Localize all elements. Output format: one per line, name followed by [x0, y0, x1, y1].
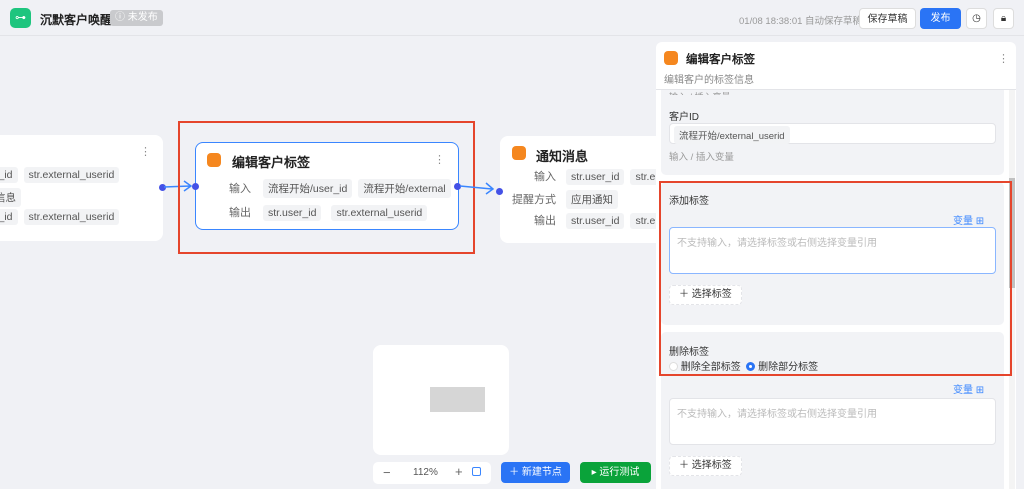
more-icon[interactable]: ⋮	[434, 153, 445, 166]
status-text: 未发布	[127, 12, 158, 23]
select-tag-button[interactable]: ＋ 选择标签	[669, 456, 742, 476]
var-tag: str.user_id	[566, 213, 625, 229]
clock-icon[interactable]: ◷	[966, 8, 987, 29]
zoom-level: 112%	[413, 467, 438, 478]
minimap-viewport[interactable]	[430, 387, 485, 412]
lock-icon[interactable]: 🔒︎	[993, 8, 1014, 29]
var-tag: 信息	[0, 188, 21, 207]
publish-button[interactable]: 发布	[920, 8, 961, 29]
new-node-label: 新建节点	[521, 467, 562, 478]
highlight-box	[659, 181, 1012, 376]
hint-text: 输入 / 插入变量	[669, 152, 734, 163]
zoom-control: − 112% +	[373, 462, 491, 484]
more-icon[interactable]: ⋮	[998, 52, 1009, 65]
minimap[interactable]	[373, 345, 509, 455]
node-row: r_id str.external_userid	[0, 167, 125, 183]
bell-icon	[512, 146, 526, 160]
flow-node-edit-tag[interactable]: 编辑客户标签 ⋮ 输入 流程开始/user_id 流程开始/external 输出 s…	[195, 142, 459, 230]
new-node-button[interactable]: ＋ 新建节点	[501, 462, 570, 483]
output-label: 输出	[229, 207, 251, 219]
input-port[interactable]	[192, 183, 199, 190]
input-label: 输入	[229, 183, 251, 195]
var-tag: str.external_userid	[23, 167, 120, 183]
autosave-text: 01/08 18:38:01 自动保存草稿	[739, 16, 863, 27]
remove-tag-content: 变量 ⊞ 不支持输入，请选择标签或右侧选择变量引用 ＋ 选择标签	[661, 372, 1004, 489]
top-bar: ⊶ 沉默客户唤醒 ⓘ 未发布 01/08 18:38:01 自动保存草稿 保存草…	[0, 0, 1024, 36]
var-tag: str.external_userid	[23, 209, 120, 225]
edge-arrow	[459, 182, 495, 195]
var-tag: r_id	[0, 209, 18, 225]
tag-icon	[207, 153, 221, 167]
flow-node-notify[interactable]: 通知消息 输入 str.user_id str.e 提醒方式 应用通知 输出 str.u…	[500, 136, 661, 243]
var-tag: r_id	[0, 167, 18, 183]
input-label: 输入	[534, 171, 556, 183]
remind-label: 提醒方式	[512, 194, 556, 206]
run-test-label: 运行测试	[599, 467, 640, 478]
more-icon[interactable]: ⋮	[140, 145, 151, 158]
tag-icon	[664, 51, 678, 65]
flow-node-start[interactable]: ⋮ r_id str.external_userid 信息 r_id str.ext…	[0, 135, 163, 241]
panel-title: 编辑客户标签	[686, 54, 755, 66]
app-logo-icon: ⊶	[10, 8, 31, 28]
var-tag: str.user_id	[566, 169, 625, 185]
input-port[interactable]	[496, 188, 503, 195]
remove-tag-input[interactable]: 不支持输入，请选择标签或右侧选择变量引用	[669, 398, 996, 445]
zoom-out-button[interactable]: −	[383, 465, 391, 480]
select-tag-label: 选择标签	[691, 460, 732, 471]
save-draft-button[interactable]: 保存草稿	[859, 8, 916, 29]
fit-view-icon[interactable]	[472, 467, 481, 476]
var-tag: str.user_id	[263, 205, 322, 221]
run-test-button[interactable]: ▸ 运行测试	[580, 462, 651, 483]
panel-description: 编辑客户的标签信息	[664, 75, 754, 86]
var-tag: 流程开始/user_id	[263, 179, 353, 198]
var-tag: 应用通知	[566, 190, 618, 209]
customer-id-section: 输入 / 插入变量 客户ID 流程开始/external_userid 输入 /…	[661, 90, 1004, 175]
var-tag: 流程开始/external	[358, 179, 451, 198]
node-title: 通知消息	[536, 149, 589, 164]
hint-text: 输入 / 插入变量	[669, 90, 731, 95]
zoom-in-button[interactable]: +	[455, 464, 463, 479]
customer-id-input[interactable]: 流程开始/external_userid	[669, 123, 996, 144]
output-label: 输出	[534, 215, 556, 227]
insert-variable-button[interactable]: 变量 ⊞	[953, 381, 984, 396]
variable-label: 变量	[953, 385, 973, 396]
var-tag: 流程开始/external_userid	[674, 126, 790, 144]
flow-title: 沉默客户唤醒	[40, 13, 113, 27]
status-badge: ⓘ 未发布	[110, 10, 163, 26]
node-title: 编辑客户标签	[232, 155, 311, 170]
customer-id-label: 客户ID	[669, 112, 699, 123]
var-tag: str.external_userid	[331, 205, 428, 221]
